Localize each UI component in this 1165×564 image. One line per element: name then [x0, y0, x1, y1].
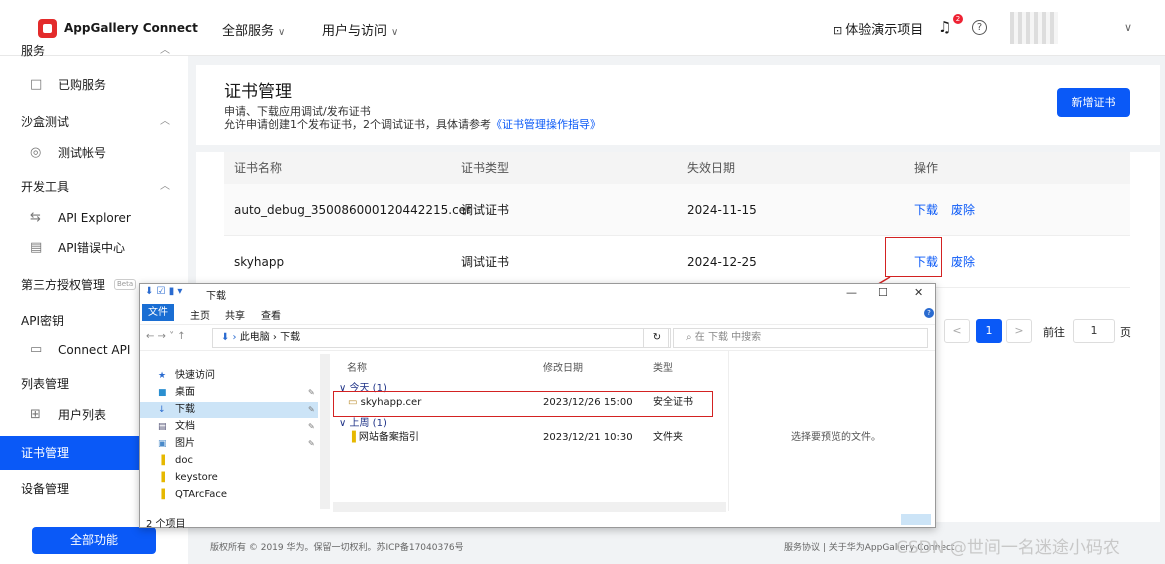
nav-downloads[interactable]: ↓ 下载 ✎ — [140, 402, 318, 418]
minimize-button[interactable]: — — [846, 286, 857, 299]
documents-icon: ▤ — [158, 422, 167, 432]
highlight-box — [333, 391, 713, 417]
folder-icon: ▐ — [158, 490, 165, 500]
folder-icon: ▐ — [158, 473, 165, 483]
tab-home[interactable]: 主页 — [190, 307, 210, 322]
downloads-icon: ⬇ › — [221, 332, 240, 343]
star-icon: ★ — [158, 371, 167, 381]
window-title: 下载 — [206, 291, 226, 302]
nav-folder-doc[interactable]: ▐ doc — [140, 453, 318, 469]
tab-share[interactable]: 共享 — [225, 307, 245, 322]
col-name[interactable]: 名称 — [347, 359, 367, 374]
col-date[interactable]: 修改日期 — [543, 359, 583, 374]
nav-folder-qtarcface[interactable]: ▐ QTArcFace — [140, 487, 318, 503]
nav-scrollbar[interactable] — [320, 354, 330, 509]
nav-pictures[interactable]: ▣ 图片 ✎ — [140, 436, 318, 452]
tab-view[interactable]: 查看 — [261, 307, 281, 322]
search-input[interactable]: ⌕ 在 下载 中搜索 — [673, 328, 928, 348]
desktop-icon: ■ — [158, 388, 167, 398]
search-icon: ⌕ — [686, 332, 695, 343]
view-mode-icon[interactable] — [901, 514, 931, 525]
pin-icon: ✎ — [308, 439, 315, 448]
nav-quick-access[interactable]: ★ 快速访问 — [140, 368, 318, 384]
help-icon[interactable]: ? — [924, 308, 934, 318]
col-type[interactable]: 类型 — [653, 359, 673, 374]
folder-icon: ▐ — [348, 432, 356, 443]
nav-desktop[interactable]: ■ 桌面 ✎ — [140, 385, 318, 401]
address-bar[interactable]: ⬇ › 此电脑 › 下载 — [212, 328, 669, 348]
pin-icon: ✎ — [308, 405, 315, 414]
nav-folder-keystore[interactable]: ▐ keystore — [140, 470, 318, 486]
back-forward-icon[interactable]: ← → ˅ ↑ — [146, 331, 186, 342]
folder-icon: ▐ — [158, 456, 165, 466]
ribbon: 文件 主页 共享 查看 ? — [140, 304, 935, 322]
file-list-scrollbar[interactable] — [333, 502, 726, 512]
file-row-folder[interactable]: ▐ 网站备案指引 2023/12/21 10:30 文件夹 — [339, 429, 719, 446]
navigation-pane: ★ 快速访问 ■ 桌面 ✎ ↓ 下载 ✎ ▤ 文档 ✎ ▣ 图片 ✎ ▐ doc ▐ keystore… — [140, 362, 318, 506]
nav-documents[interactable]: ▤ 文档 ✎ — [140, 419, 318, 435]
downloads-icon: ↓ — [158, 405, 166, 415]
tab-file[interactable]: 文件 — [142, 304, 174, 321]
refresh-icon[interactable]: ↻ — [643, 328, 671, 348]
file-list: 名称 修改日期 类型 ∨ 今天 (1) ▭ skyhapp.cer 2023/1… — [333, 351, 726, 511]
pin-icon: ✎ — [308, 422, 315, 431]
quick-access-toolbar-icon[interactable]: ⬇ ☑ ▮ ▾ — [145, 286, 182, 297]
preview-pane: 选择要预览的文件。 — [728, 351, 935, 511]
explorer-title-bar: ⬇ ☑ ▮ ▾ 下载 — ☐ ✕ — [140, 284, 935, 303]
maximize-button[interactable]: ☐ — [878, 286, 888, 299]
status-bar: 2 个项目 — [146, 519, 186, 530]
pin-icon: ✎ — [308, 388, 315, 397]
address-bar-row: ← → ˅ ↑ ⬇ › 此电脑 › 下载 ↻ ⌕ 在 下载 中搜索 — [140, 324, 935, 351]
close-button[interactable]: ✕ — [914, 286, 923, 299]
pictures-icon: ▣ — [158, 439, 167, 449]
